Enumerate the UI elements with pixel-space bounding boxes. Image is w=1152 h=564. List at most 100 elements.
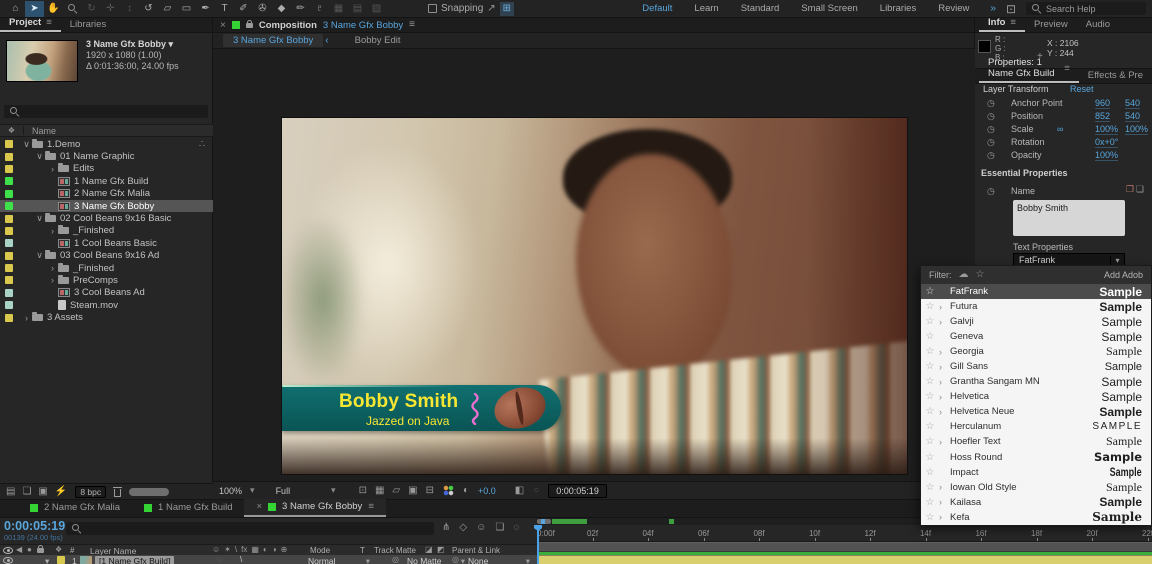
axis-mode-local-icon[interactable]: ▦ bbox=[329, 1, 348, 17]
expand-chevron[interactable]: ∨ bbox=[34, 250, 45, 261]
rotation-tool-icon[interactable]: ↺ bbox=[139, 1, 158, 17]
favorite-star-icon[interactable]: ☆ bbox=[921, 346, 939, 357]
tab-effects-presets[interactable]: Effects & Pre bbox=[1079, 69, 1152, 83]
workspace-overflow-icon[interactable]: » bbox=[982, 4, 1004, 14]
font-styles-chevron[interactable]: › bbox=[939, 437, 950, 447]
font-styles-chevron[interactable]: › bbox=[939, 347, 950, 357]
add-adobe-fonts-link[interactable]: Add Adob bbox=[1104, 270, 1143, 280]
label-swatch[interactable] bbox=[5, 190, 13, 198]
workspace-learn[interactable]: Learn bbox=[683, 3, 729, 14]
draft-3d-icon[interactable]: ◇ bbox=[459, 523, 467, 533]
favorite-star-icon[interactable]: ☆ bbox=[921, 391, 939, 402]
exposure-icon[interactable]: ◐ bbox=[463, 486, 469, 496]
stopwatch-icon[interactable]: ◷ bbox=[987, 111, 995, 122]
favorite-star-icon[interactable]: ☆ bbox=[921, 452, 939, 463]
tab-project[interactable]: Project ≡ bbox=[0, 16, 61, 32]
property-value[interactable]: 960 bbox=[1095, 98, 1110, 109]
project-tree-row[interactable]: ›Edits bbox=[0, 163, 213, 175]
panel-menu-icon[interactable]: ≡ bbox=[409, 20, 415, 30]
snap-options-icon[interactable]: ⊞ bbox=[500, 2, 514, 16]
expand-chevron[interactable]: › bbox=[47, 226, 58, 236]
font-list-row[interactable]: ☆›Helvetica NeueSample bbox=[921, 404, 1151, 419]
axis-mode-view-icon[interactable]: ▧ bbox=[367, 1, 386, 17]
adobe-fonts-cloud-icon[interactable]: ☁ bbox=[959, 270, 969, 280]
render-settings-icon[interactable]: ⚡ bbox=[55, 487, 67, 497]
project-tree-row[interactable]: 1 Name Gfx Build bbox=[0, 175, 213, 187]
property-value[interactable]: 0x+0° bbox=[1095, 137, 1118, 148]
project-tree-row[interactable]: ›3 Assets bbox=[0, 311, 213, 323]
quality-column-icon[interactable]: \ bbox=[235, 546, 237, 554]
brush-tool-icon[interactable]: ✐ bbox=[234, 1, 253, 17]
font-list-row[interactable]: ☆›GalvjiSample bbox=[921, 314, 1151, 329]
dolly-camera-tool-icon[interactable]: ↕ bbox=[120, 1, 139, 17]
panel-menu-icon[interactable]: ≡ bbox=[1010, 17, 1016, 28]
show-snapshot-icon[interactable]: ○ bbox=[533, 486, 539, 496]
viewer-tab-bobby[interactable]: 3 Name Gfx Bobby bbox=[223, 34, 323, 47]
type-tool-icon[interactable]: T bbox=[215, 1, 234, 17]
viewer-tab-bobby-edit[interactable]: Bobby Edit bbox=[345, 34, 411, 47]
workspace-review[interactable]: Review bbox=[927, 3, 980, 14]
comp-override-icon[interactable]: ❐ bbox=[1126, 184, 1136, 194]
stopwatch-icon[interactable]: ◷ bbox=[987, 150, 995, 161]
timeline-tab[interactable]: ×3 Name Gfx Bobby≡ bbox=[244, 499, 385, 517]
tab-libraries[interactable]: Libraries bbox=[61, 18, 115, 32]
font-list-row[interactable]: ☆›HelveticaSample bbox=[921, 389, 1151, 404]
interpret-footage-icon[interactable]: ▤ bbox=[6, 487, 15, 497]
reset-link[interactable]: Reset bbox=[1070, 84, 1094, 94]
resolution-select[interactable]: Full▾ bbox=[276, 485, 336, 496]
selected-item-title[interactable]: 3 Name Gfx Bobby ▾ bbox=[86, 39, 179, 50]
favorite-star-icon[interactable]: ☆ bbox=[921, 497, 939, 508]
property-value[interactable]: 100% bbox=[1095, 150, 1118, 161]
motion-blur-column-icon[interactable]: ◐ bbox=[263, 546, 268, 554]
label-swatch[interactable] bbox=[5, 314, 13, 322]
favorite-star-icon[interactable]: ☆ bbox=[921, 286, 939, 297]
name-text-input[interactable]: Bobby Smith bbox=[1013, 200, 1125, 236]
work-area-bar[interactable] bbox=[537, 542, 1152, 552]
matte-pickwhip-icon[interactable]: ◎ bbox=[392, 556, 399, 564]
project-tree-row[interactable]: ›_Finished bbox=[0, 262, 213, 274]
roto-brush-tool-icon[interactable]: ✏ bbox=[291, 1, 310, 17]
zoom-tool-icon[interactable] bbox=[63, 1, 82, 17]
label-swatch[interactable] bbox=[5, 239, 13, 247]
snapshot-camera-icon[interactable]: ◧ bbox=[515, 486, 524, 496]
name-column-header[interactable]: Name bbox=[24, 126, 56, 136]
project-search-input[interactable] bbox=[4, 105, 208, 118]
layer-row[interactable]: ▾ 1 [1 Name Gfx Build] ☺ \ Normal▾ ◎ No … bbox=[0, 555, 537, 564]
channel-selector-icon[interactable] bbox=[443, 485, 454, 496]
timeline-tab[interactable]: 2 Name Gfx Malia bbox=[18, 499, 132, 517]
favorite-star-icon[interactable]: ☆ bbox=[921, 436, 939, 447]
snapping-checkbox[interactable] bbox=[428, 4, 437, 13]
label-swatch[interactable] bbox=[5, 264, 13, 272]
favorite-star-icon[interactable]: ☆ bbox=[921, 301, 939, 312]
font-list-row[interactable]: ☆›Gill SansSample bbox=[921, 359, 1151, 374]
exposure-value[interactable]: +0.0 bbox=[478, 486, 496, 496]
transparency-grid-icon[interactable]: ▦ bbox=[375, 486, 384, 496]
stopwatch-icon[interactable]: ◷ bbox=[987, 137, 995, 148]
font-styles-chevron[interactable]: › bbox=[939, 482, 950, 492]
property-value[interactable]: 540 bbox=[1125, 98, 1140, 109]
font-list-row[interactable]: ☆Hoss RoundSample bbox=[921, 450, 1151, 465]
label-swatch[interactable] bbox=[5, 177, 13, 185]
font-styles-chevron[interactable]: › bbox=[939, 377, 950, 387]
favorite-star-icon[interactable]: ☆ bbox=[921, 376, 939, 387]
bit-depth-button[interactable]: 8 bpc bbox=[75, 486, 106, 498]
project-structure-icon[interactable]: ∴ bbox=[199, 139, 205, 150]
property-value[interactable]: 540 bbox=[1125, 111, 1140, 122]
layer-expand-chevron[interactable]: ▾ bbox=[45, 556, 49, 564]
frame-blending-icon[interactable]: ❏ bbox=[495, 523, 504, 533]
project-tree-row[interactable]: 2 Name Gfx Malia bbox=[0, 188, 213, 200]
stopwatch-icon[interactable]: ◷ bbox=[987, 186, 995, 197]
project-tree-row[interactable]: ∨02 Cool Beans 9x16 Basic bbox=[0, 212, 213, 224]
font-list-row[interactable]: ☆›Grantha Sangam MNSample bbox=[921, 374, 1151, 389]
time-ruler[interactable]: 0:00f02f04f06f08f10f12f14f16f18f20f22f bbox=[537, 525, 1152, 542]
font-styles-chevron[interactable]: › bbox=[939, 392, 950, 402]
viewer-current-time[interactable]: 0:00:05:19 bbox=[548, 484, 607, 498]
font-list-row[interactable]: ☆GenevaSample bbox=[921, 329, 1151, 344]
axis-mode-world-icon[interactable]: ▤ bbox=[348, 1, 367, 17]
puppet-pin-tool-icon[interactable]: ♇ bbox=[310, 1, 329, 17]
project-tree-row[interactable]: ›_Finished bbox=[0, 225, 213, 237]
label-swatch[interactable] bbox=[5, 202, 13, 210]
trash-icon[interactable] bbox=[114, 489, 121, 497]
media-browser-icon[interactable]: ⊡ bbox=[1006, 3, 1016, 15]
project-tree-row[interactable]: 1 Cool Beans Basic bbox=[0, 237, 213, 249]
